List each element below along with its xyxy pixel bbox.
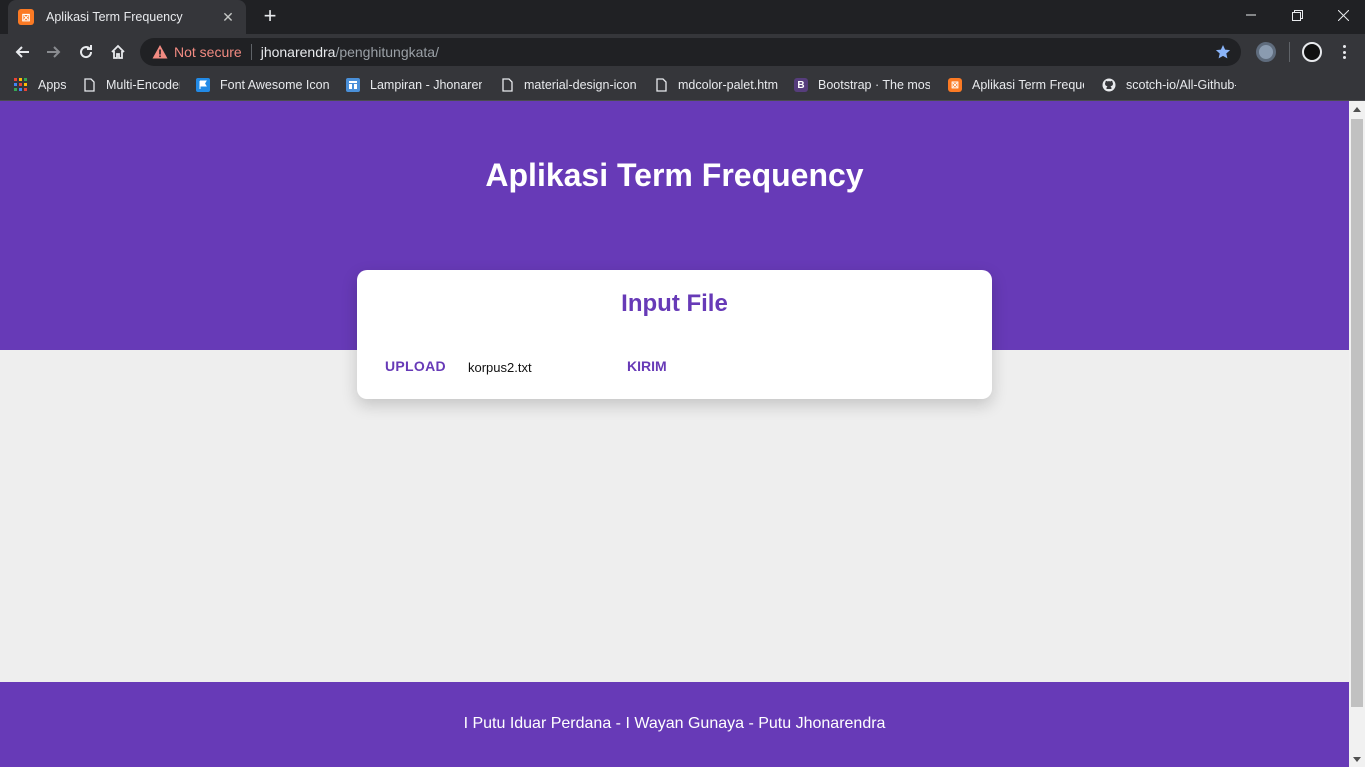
bookmark-label: scotch-io/All-Github- [1126, 78, 1236, 92]
forward-icon[interactable] [40, 38, 68, 66]
back-icon[interactable] [8, 38, 36, 66]
address-bar[interactable]: Not secure jhonarendra /penghitungkata/ [140, 38, 1241, 66]
browser-toolbar: Not secure jhonarendra /penghitungkata/ [0, 34, 1365, 70]
bookmark-label: Aplikasi Term Frequen [972, 78, 1084, 92]
upload-button[interactable]: UPLOAD [385, 358, 446, 374]
bookmark-label: mdcolor-palet.html [678, 78, 778, 92]
web-page: Aplikasi Term Frequency Input File UPLOA… [0, 101, 1349, 767]
bookmark-star-icon[interactable] [1215, 44, 1231, 60]
browser-chrome: ⊠ Aplikasi Term Frequency ✕ + Not secure… [0, 0, 1365, 101]
apps-grid-icon [14, 78, 28, 92]
bookmark-material-design[interactable]: material-design-icon [500, 73, 638, 97]
blogger-icon [346, 78, 360, 92]
scroll-down-arrow-icon[interactable] [1349, 751, 1365, 767]
bookmark-label: Apps [38, 78, 66, 92]
page-scrollbar[interactable] [1349, 101, 1365, 767]
home-icon[interactable] [104, 38, 132, 66]
bookmark-label: Lampiran - Jhonarend [370, 78, 482, 92]
bookmark-mdcolor[interactable]: mdcolor-palet.html [654, 73, 778, 97]
selected-file-name: korpus2.txt [468, 360, 532, 375]
scrollbar-thumb[interactable] [1351, 119, 1363, 707]
bootstrap-icon: B [794, 78, 808, 92]
bookmark-apps[interactable]: Apps [14, 73, 66, 97]
xampp-icon: ⊠ [948, 78, 962, 92]
bookmark-multi-encoder[interactable]: Multi-Encoder [82, 73, 180, 97]
bookmark-bootstrap[interactable]: B Bootstrap · The most [794, 73, 932, 97]
page-icon [82, 78, 96, 92]
page-title: Aplikasi Term Frequency [485, 157, 864, 193]
bookmark-label: material-design-icon [524, 78, 636, 92]
close-window-icon[interactable] [1320, 0, 1365, 30]
restore-icon[interactable] [1274, 0, 1320, 30]
page-icon [654, 78, 668, 92]
url-host: jhonarendra [260, 44, 336, 60]
security-label[interactable]: Not secure [174, 44, 242, 60]
xampp-favicon-icon: ⊠ [18, 9, 34, 25]
bookmark-aplikasi-tf[interactable]: ⊠ Aplikasi Term Frequen [948, 73, 1086, 97]
reload-icon[interactable] [72, 38, 100, 66]
extension-icon[interactable] [1256, 42, 1276, 62]
card-heading: Input File [621, 290, 728, 317]
url-path: /penghitungkata/ [335, 44, 439, 60]
bookmark-scotch-io[interactable]: scotch-io/All-Github- [1102, 73, 1236, 97]
bookmark-lampiran[interactable]: Lampiran - Jhonarend [346, 73, 484, 97]
bookmark-font-awesome[interactable]: Font Awesome Icons [196, 73, 330, 97]
warning-icon[interactable] [152, 44, 168, 60]
bookmark-label: Multi-Encoder [106, 78, 180, 92]
minimize-icon[interactable] [1228, 0, 1274, 30]
omnibox-divider [250, 44, 252, 60]
github-icon [1102, 78, 1116, 92]
tab-title: Aplikasi Term Frequency [46, 10, 183, 24]
new-tab-icon[interactable]: + [258, 5, 282, 29]
profile-avatar-icon[interactable] [1302, 42, 1322, 62]
footer: I Putu Iduar Perdana - I Wayan Gunaya - … [0, 682, 1349, 767]
flag-icon [196, 78, 210, 92]
bookmarks-bar: Apps Multi-Encoder Font Awesome Icons La… [0, 70, 1365, 101]
footer-authors: I Putu Iduar Perdana - I Wayan Gunaya - … [463, 715, 886, 732]
input-file-card: Input File UPLOAD korpus2.txt KIRIM [357, 270, 992, 399]
tab-strip: ⊠ Aplikasi Term Frequency ✕ + [0, 0, 1365, 34]
browser-tab[interactable]: ⊠ Aplikasi Term Frequency ✕ [8, 0, 246, 34]
toolbar-divider [1289, 42, 1290, 62]
page-icon [500, 78, 514, 92]
scroll-up-arrow-icon[interactable] [1349, 101, 1365, 117]
close-tab-icon[interactable]: ✕ [220, 9, 236, 26]
bookmark-label: Bootstrap · The most [818, 78, 930, 92]
submit-button[interactable]: KIRIM [627, 358, 667, 374]
bookmark-label: Font Awesome Icons [220, 78, 330, 92]
menu-dots-icon[interactable] [1336, 42, 1352, 62]
